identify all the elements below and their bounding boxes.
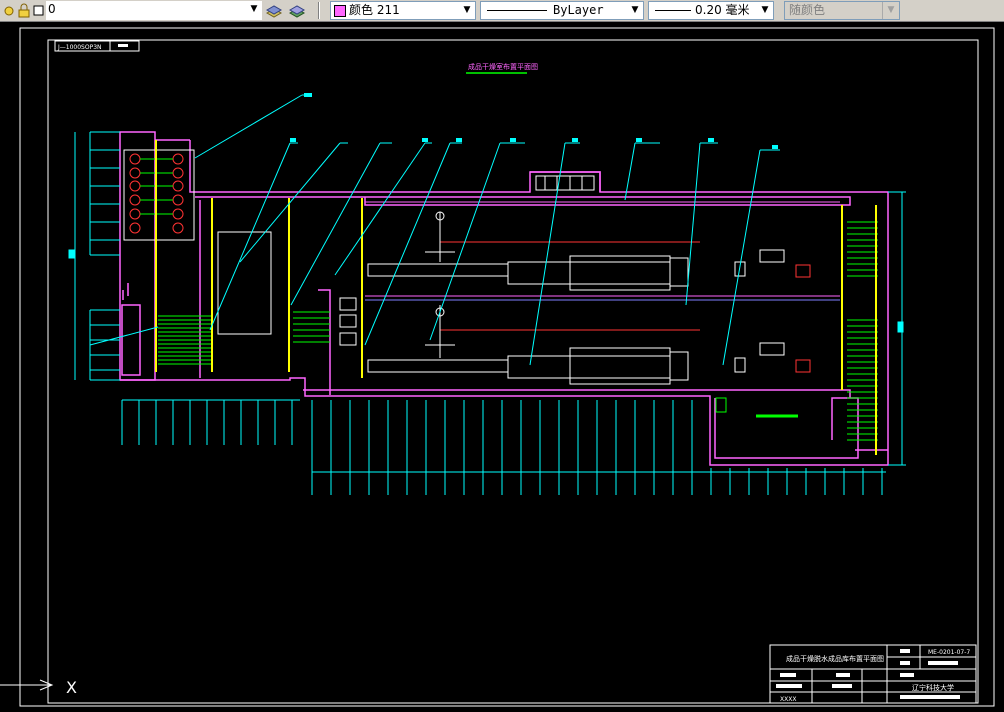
color-dropdown[interactable]: 颜色 211 ▼: [330, 1, 476, 20]
label-tags: [290, 93, 778, 149]
chevron-down-icon[interactable]: ▼: [246, 1, 262, 18]
ucs-x-label: X: [66, 678, 77, 697]
color-label: 颜色 211: [349, 3, 400, 17]
drawing-title: 成品干燥室布置平面图: [468, 62, 538, 71]
pipe-bundles: [158, 221, 878, 441]
title-block-name: 成品干燥脱水成品库布置平面图: [786, 654, 884, 663]
dryer-line-1: [365, 201, 840, 301]
dryer-unit: [217, 231, 272, 335]
linetype-dropdown[interactable]: ByLayer ▼: [480, 1, 644, 20]
columns: [155, 140, 877, 455]
pump-units: [339, 297, 727, 413]
title-block-number: ME-0201-07-7: [928, 649, 970, 656]
title-block-scale: XXXX: [780, 696, 796, 703]
layer-visibility-icon[interactable]: [2, 2, 16, 19]
drawing-canvas[interactable]: J—1000SOP3N 成品干燥室布置平面图 成品干燥脱水成品库布置平面图 ME…: [0, 22, 1004, 708]
make-layer-current-icon[interactable]: [264, 2, 284, 19]
bottom-dimensions-lower: [311, 400, 886, 495]
chevron-down-icon[interactable]: ▼: [459, 2, 475, 19]
plotstyle-dropdown: 随颜色 ▼: [784, 1, 900, 20]
layer-previous-icon[interactable]: [287, 2, 307, 19]
dryer-line-2: [367, 305, 811, 385]
left-dimensions: [68, 131, 120, 381]
linetype-sample: [487, 10, 547, 11]
lineweight-label: 0.20 毫米: [695, 3, 750, 17]
title-block-school: 辽宁科技大学: [912, 683, 954, 692]
toolbar-separator: [318, 2, 320, 19]
outer-border: [19, 27, 995, 707]
lineweight-dropdown[interactable]: 0.20 毫米 ▼: [648, 1, 774, 20]
bottom-dimensions-upper: [121, 399, 300, 445]
lineweight-sample: [655, 10, 691, 11]
annex-box: [535, 175, 595, 191]
chevron-down-icon: ▼: [882, 2, 899, 19]
linetype-label: ByLayer: [553, 3, 604, 17]
layer-dropdown[interactable]: 0 ▼: [46, 1, 262, 20]
layer-color-icon: [33, 2, 45, 19]
chevron-down-icon[interactable]: ▼: [757, 2, 773, 19]
frame-tag: J—1000SOP3N: [57, 44, 102, 51]
properties-toolbar: 0 ▼ 颜色 211 ▼ ByLayer ▼ 0.20 毫米 ▼ 随颜色 ▼: [0, 0, 1004, 22]
color-swatch: [334, 5, 346, 17]
layer-lock-icon[interactable]: [17, 2, 31, 19]
left-tower: [123, 149, 195, 241]
ucs-icon: [0, 679, 54, 691]
chevron-down-icon[interactable]: ▼: [627, 2, 643, 19]
right-dimensions: [888, 191, 906, 466]
layer-name: 0: [48, 2, 56, 16]
plotstyle-label: 随颜色: [789, 3, 826, 17]
